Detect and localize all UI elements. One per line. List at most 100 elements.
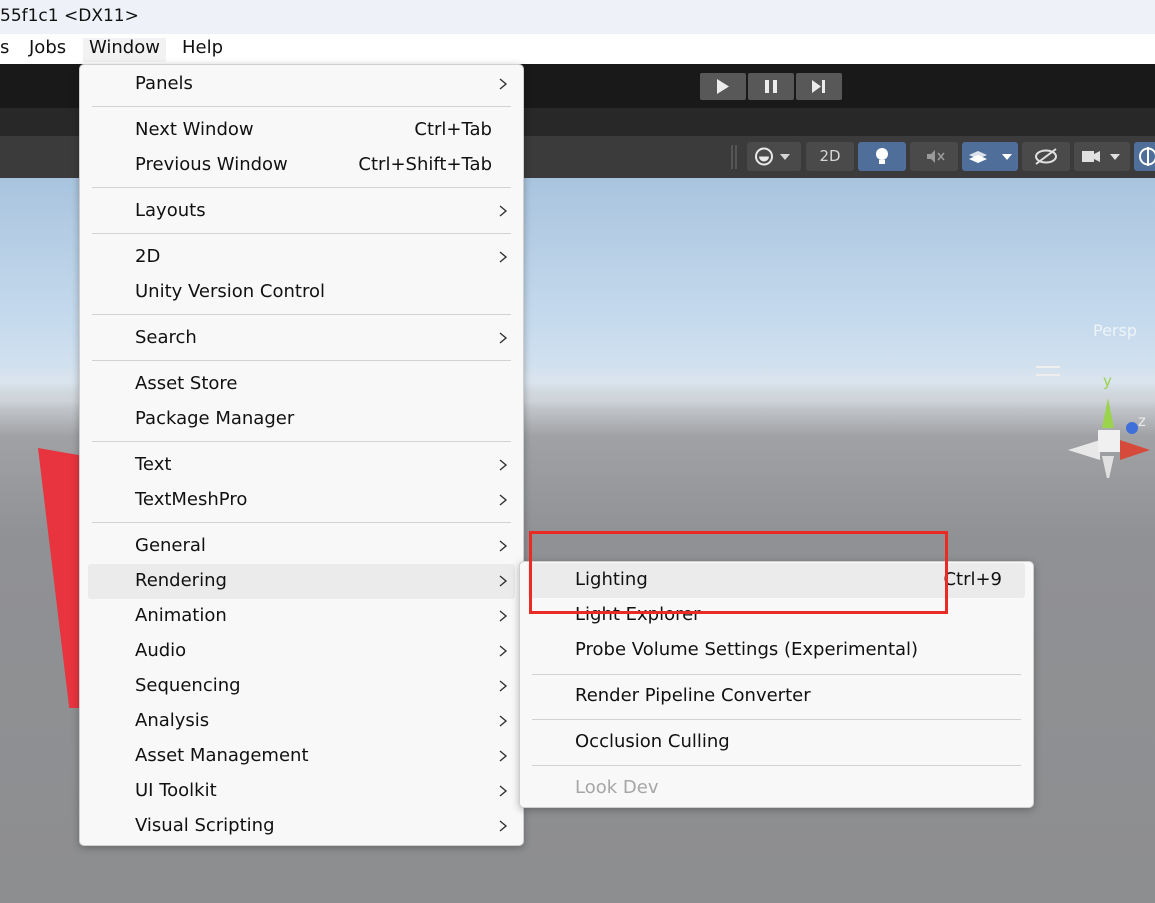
chevron-right-icon (499, 715, 508, 727)
menu-item-label: Next Window (135, 119, 254, 140)
menu-item-label: Analysis (135, 710, 210, 731)
menu-separator (92, 233, 511, 234)
menu-item-shortcut: Ctrl+Tab (414, 119, 492, 140)
menu-item-ui-toolkit[interactable]: UI Toolkit (88, 774, 515, 809)
gizmos-button[interactable] (1134, 142, 1155, 171)
layers-icon (969, 151, 1012, 163)
menubar-item-s[interactable]: s (0, 38, 15, 62)
menu-item-label: Package Manager (135, 408, 295, 429)
menu-item-2d[interactable]: 2D (88, 240, 515, 275)
lightbulb-icon (876, 148, 888, 164)
gizmo-drag-handle[interactable] (1036, 366, 1060, 376)
menu-separator (92, 314, 511, 315)
menu-item-unity-version-control[interactable]: Unity Version Control (88, 275, 515, 310)
pause-icon (765, 80, 777, 93)
menu-separator (532, 674, 1021, 675)
menu-item-search[interactable]: Search (88, 321, 515, 356)
step-icon (812, 80, 825, 93)
menu-item-label: Text (135, 454, 172, 475)
submenu-item-render-pipeline-converter[interactable]: Render Pipeline Converter (528, 679, 1025, 714)
menu-item-label: Render Pipeline Converter (575, 685, 811, 706)
lighting-toggle-button[interactable] (858, 142, 906, 171)
effects-toggle-button[interactable] (962, 142, 1018, 171)
menu-item-previous-window[interactable]: Previous Window Ctrl+Shift+Tab (88, 148, 515, 183)
menu-item-general[interactable]: General (88, 529, 515, 564)
visibility-toggle-button[interactable] (1022, 142, 1070, 171)
menu-separator (92, 522, 511, 523)
menu-bar: s Jobs Window Help (0, 34, 1155, 64)
menu-item-label: Rendering (135, 570, 227, 591)
submenu-item-look-dev: Look Dev (528, 771, 1025, 806)
hidden-eye-icon (1035, 148, 1057, 165)
window-title: 55f1c1 <DX11> (0, 6, 139, 26)
menu-item-next-window[interactable]: Next Window Ctrl+Tab (88, 113, 515, 148)
menu-item-sequencing[interactable]: Sequencing (88, 669, 515, 704)
chevron-right-icon (499, 251, 508, 263)
perspective-label[interactable]: Persp (1093, 321, 1137, 340)
chevron-right-icon (499, 820, 508, 832)
chevron-right-icon (499, 332, 508, 344)
menu-item-label: TextMeshPro (135, 489, 248, 510)
menu-item-label: 2D (135, 246, 161, 267)
submenu-item-occlusion-culling[interactable]: Occlusion Culling (528, 725, 1025, 760)
chevron-right-icon (499, 680, 508, 692)
menu-separator (92, 360, 511, 361)
chevron-right-icon (499, 78, 508, 90)
play-icon (717, 79, 729, 94)
menubar-item-help[interactable]: Help (176, 38, 229, 62)
audio-toggle-button[interactable] (910, 142, 958, 171)
play-button[interactable] (700, 73, 746, 100)
menu-item-analysis[interactable]: Analysis (88, 704, 515, 739)
chevron-right-icon (499, 645, 508, 657)
toolbar-grip (731, 145, 737, 169)
menu-item-label: Probe Volume Settings (Experimental) (575, 639, 919, 660)
pause-button[interactable] (748, 73, 794, 100)
menu-item-label: UI Toolkit (135, 780, 217, 801)
shading-mode-button[interactable] (747, 142, 801, 171)
camera-icon (1082, 151, 1120, 162)
menu-item-label: Animation (135, 605, 227, 626)
menu-separator (532, 719, 1021, 720)
menu-item-label: Unity Version Control (135, 281, 325, 302)
gizmo-y-label: y (1103, 372, 1112, 390)
menu-item-asset-management[interactable]: Asset Management (88, 739, 515, 774)
gizmo-z-label: z (1138, 412, 1146, 430)
menu-item-package-manager[interactable]: Package Manager (88, 402, 515, 437)
menu-item-label: Asset Store (135, 373, 238, 394)
menu-separator (92, 187, 511, 188)
chevron-right-icon (499, 540, 508, 552)
menu-item-shortcut: Ctrl+9 (943, 569, 1002, 590)
menubar-item-jobs[interactable]: Jobs (23, 38, 72, 62)
chevron-right-icon (499, 205, 508, 217)
menu-item-label: Asset Management (135, 745, 309, 766)
menu-item-label: Visual Scripting (135, 815, 275, 836)
chevron-right-icon (499, 575, 508, 587)
menu-item-label: Panels (135, 73, 193, 94)
menu-item-label: Sequencing (135, 675, 241, 696)
menu-item-visual-scripting[interactable]: Visual Scripting (88, 809, 515, 844)
menu-item-animation[interactable]: Animation (88, 599, 515, 634)
step-button[interactable] (796, 73, 842, 100)
menu-item-textmeshpro[interactable]: TextMeshPro (88, 483, 515, 518)
chevron-right-icon (499, 494, 508, 506)
menu-item-label: Audio (135, 640, 187, 661)
menubar-item-window[interactable]: Window (83, 38, 166, 62)
orientation-gizmo-icon[interactable]: y z (1060, 368, 1155, 478)
menu-separator (532, 765, 1021, 766)
menu-item-text[interactable]: Text (88, 448, 515, 483)
chevron-right-icon (499, 785, 508, 797)
2d-toggle-button[interactable]: 2D (806, 142, 854, 171)
shading-sphere-icon (755, 147, 790, 166)
menu-item-layouts[interactable]: Layouts (88, 194, 515, 229)
camera-settings-button[interactable] (1074, 142, 1130, 171)
menu-separator (92, 441, 511, 442)
menu-item-asset-store[interactable]: Asset Store (88, 367, 515, 402)
menu-item-audio[interactable]: Audio (88, 634, 515, 669)
submenu-item-probe-volume-settings-experimental[interactable]: Probe Volume Settings (Experimental) (528, 633, 1025, 668)
menu-item-label: Layouts (135, 200, 206, 221)
mute-icon (927, 150, 945, 163)
menu-item-rendering[interactable]: Rendering (88, 564, 515, 599)
menu-item-label: General (135, 535, 206, 556)
highlight-annotation-box (529, 531, 948, 614)
menu-item-panels[interactable]: Panels (88, 67, 515, 102)
